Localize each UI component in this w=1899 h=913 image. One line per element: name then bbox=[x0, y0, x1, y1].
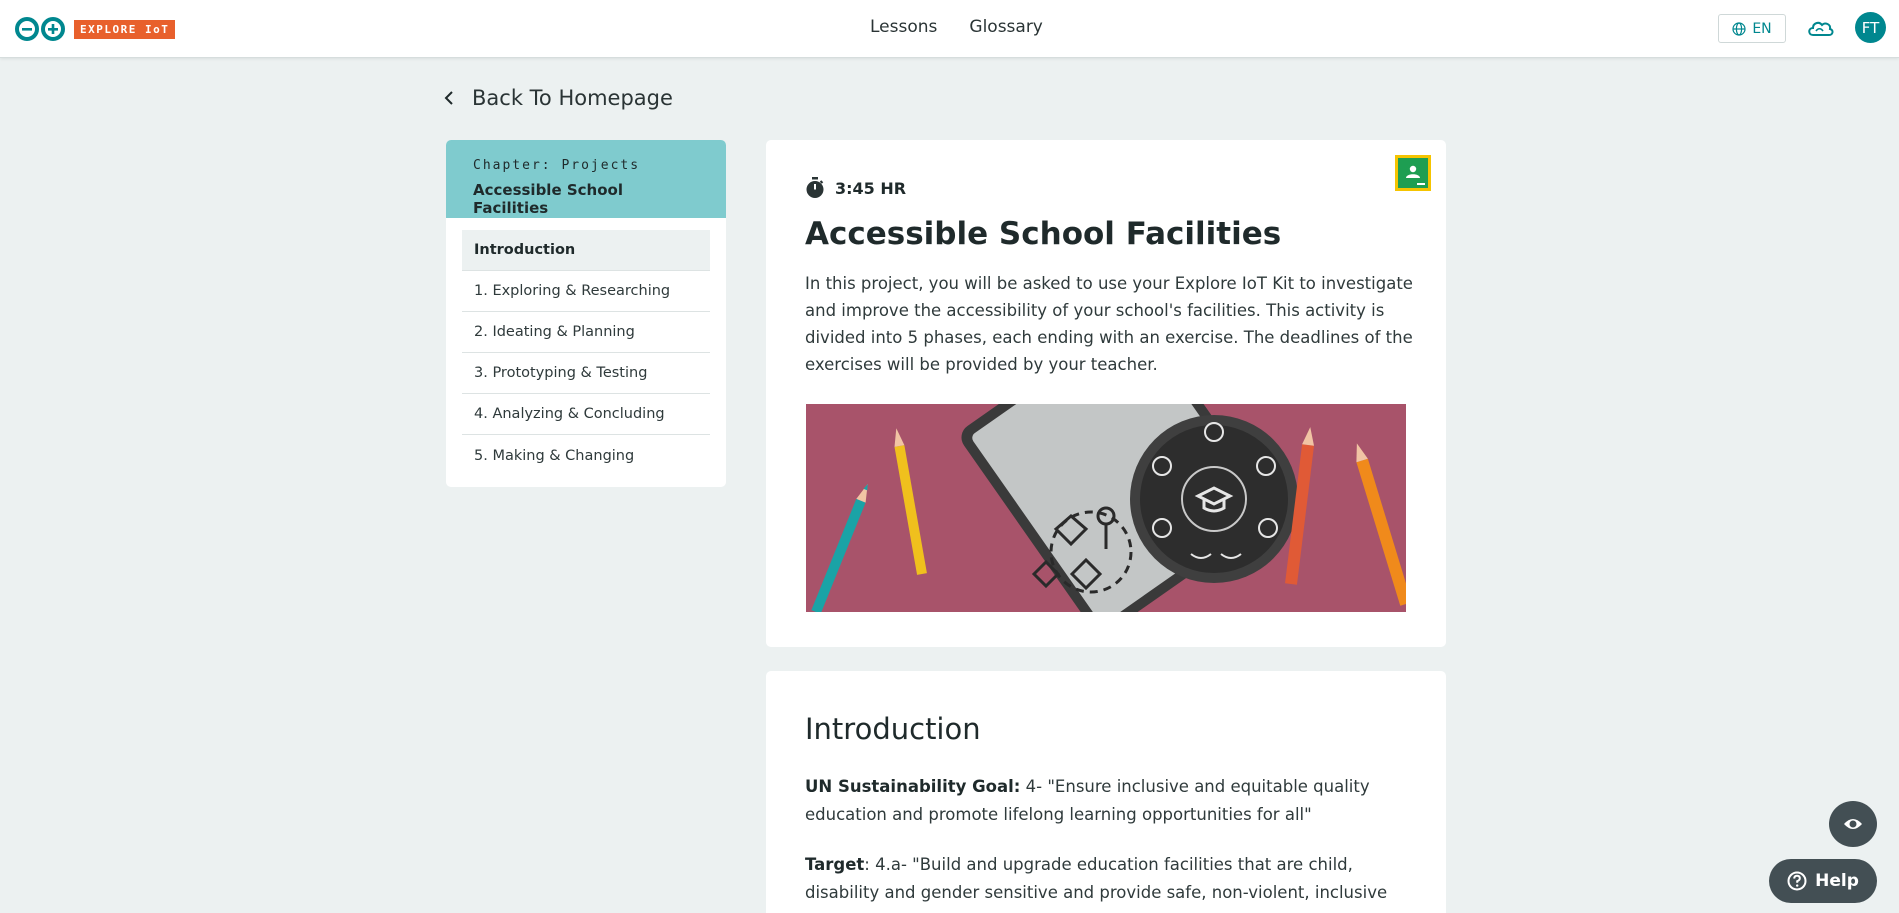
sidebar-title: Accessible School Facilities bbox=[473, 181, 623, 217]
sidebar-item-ideating-planning[interactable]: 2. Ideating & Planning bbox=[462, 312, 710, 353]
sidebar-item-introduction[interactable]: Introduction bbox=[462, 230, 710, 271]
sidebar-item-prototyping-testing[interactable]: 3. Prototyping & Testing bbox=[462, 353, 710, 394]
lesson-hero-illustration bbox=[806, 404, 1406, 612]
back-link-label: Back To Homepage bbox=[472, 86, 673, 110]
goal-label: UN Sustainability Goal: bbox=[805, 777, 1021, 796]
accessibility-view-button[interactable] bbox=[1829, 801, 1877, 847]
eye-icon bbox=[1844, 819, 1862, 829]
sidebar-header: Chapter: Projects Accessible School Faci… bbox=[446, 140, 726, 218]
target-label: Target bbox=[805, 855, 865, 874]
language-selector[interactable]: EN bbox=[1718, 14, 1786, 43]
duration-value: 3:45 HR bbox=[835, 178, 907, 198]
question-circle-icon bbox=[1787, 871, 1807, 891]
google-classroom-icon[interactable] bbox=[1395, 155, 1431, 191]
top-navigation-bar: EXPLORE IoT Lessons Glossary EN FT bbox=[0, 0, 1899, 58]
lesson-sidebar: Chapter: Projects Accessible School Faci… bbox=[446, 140, 726, 487]
lesson-title: Accessible School Facilities bbox=[805, 216, 1282, 252]
sidebar-item-exploring-researching[interactable]: 1. Exploring & Researching bbox=[462, 271, 710, 312]
sidebar-item-making-changing[interactable]: 5. Making & Changing bbox=[462, 435, 710, 476]
user-avatar[interactable]: FT bbox=[1855, 12, 1886, 43]
sustainability-goal: UN Sustainability Goal: 4- "Ensure inclu… bbox=[805, 773, 1415, 829]
sustainability-target: Target: 4.a- "Build and upgrade educatio… bbox=[805, 851, 1415, 913]
language-label: EN bbox=[1752, 20, 1772, 37]
help-button[interactable]: Help bbox=[1769, 859, 1877, 903]
sidebar-list: Introduction 1. Exploring & Researching … bbox=[446, 218, 726, 476]
globe-icon bbox=[1732, 21, 1746, 36]
lesson-overview-card: 3:45 HR Accessible School Facilities In … bbox=[766, 140, 1446, 647]
lesson-duration: 3:45 HR bbox=[805, 177, 906, 199]
back-to-homepage-link[interactable]: Back To Homepage bbox=[444, 86, 673, 110]
target-text: : 4.a- "Build and upgrade education faci… bbox=[805, 855, 1388, 913]
cloud-icon[interactable] bbox=[1806, 18, 1834, 38]
stopwatch-icon bbox=[806, 177, 824, 198]
introduction-card: Introduction UN Sustainability Goal: 4- … bbox=[766, 671, 1446, 913]
main-nav: Lessons Glossary bbox=[870, 17, 1043, 37]
nav-lessons[interactable]: Lessons bbox=[870, 17, 937, 37]
help-label: Help bbox=[1815, 871, 1859, 891]
chevron-left-icon bbox=[444, 91, 453, 105]
nav-glossary[interactable]: Glossary bbox=[969, 17, 1042, 37]
sidebar-chapter: Chapter: Projects bbox=[473, 158, 641, 173]
lesson-description: In this project, you will be asked to us… bbox=[805, 274, 1413, 374]
introduction-heading: Introduction bbox=[805, 712, 981, 746]
arduino-infinity-icon bbox=[15, 17, 65, 41]
logo-badge: EXPLORE IoT bbox=[74, 19, 176, 39]
explore-iot-logo[interactable]: EXPLORE IoT bbox=[14, 16, 176, 42]
sidebar-item-analyzing-concluding[interactable]: 4. Analyzing & Concluding bbox=[462, 394, 710, 435]
